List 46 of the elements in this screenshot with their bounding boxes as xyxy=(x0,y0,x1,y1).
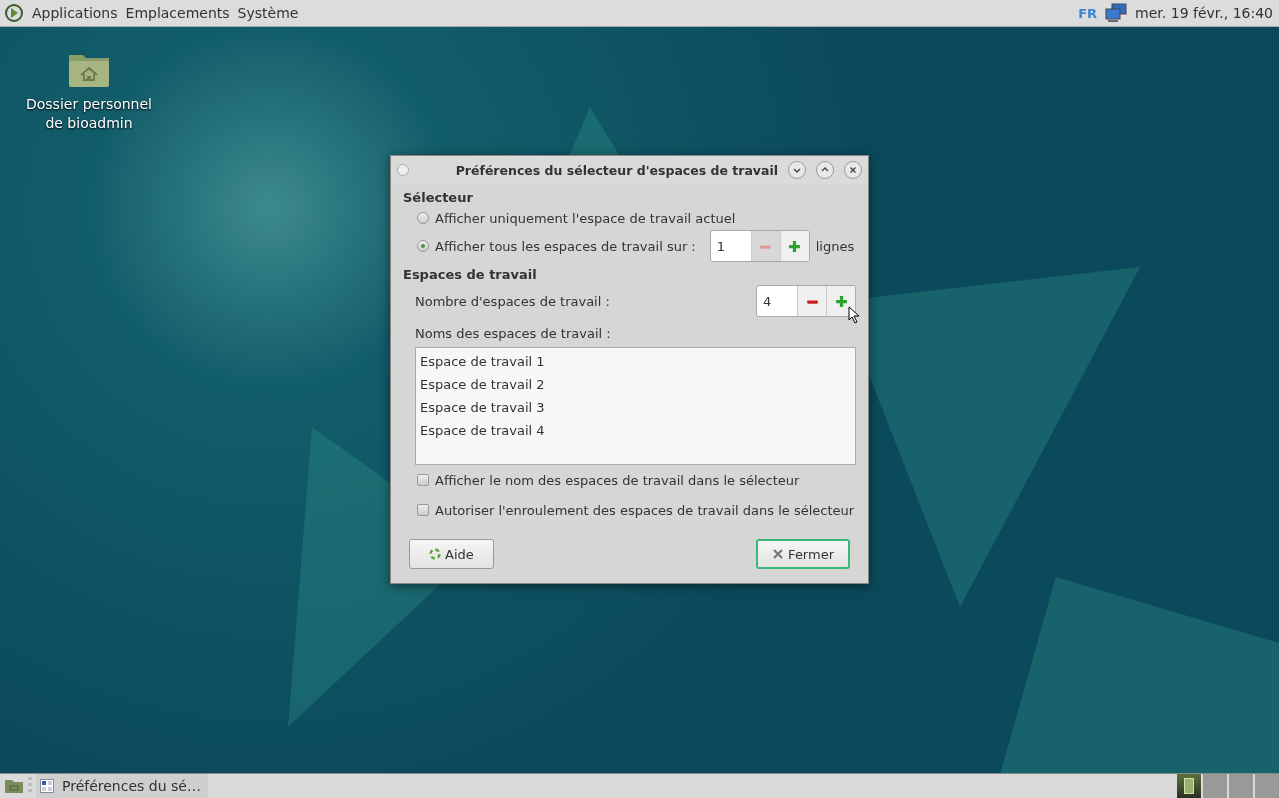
list-item[interactable]: Espace de travail 1 xyxy=(420,350,851,373)
window-grid-icon xyxy=(40,779,54,793)
spin-field[interactable]: 1 xyxy=(709,230,810,262)
checkbox-label[interactable]: Autoriser l'enroulement des espaces de travail dans le sélecteur xyxy=(435,502,855,518)
taskbar-button[interactable]: Préférences du sé… xyxy=(36,774,208,798)
checkbox[interactable] xyxy=(417,474,429,486)
close-icon xyxy=(848,165,858,175)
unit-label: lignes xyxy=(815,238,855,254)
logo-icon[interactable] xyxy=(4,3,24,23)
clock[interactable]: mer. 19 févr., 16:40 xyxy=(1135,5,1273,21)
plus-icon xyxy=(834,294,848,308)
radio-label[interactable]: Afficher uniquement l'espace de travail actuel xyxy=(435,210,736,226)
radio-label[interactable]: Afficher tous les espaces de travail sur : xyxy=(435,238,696,254)
decrement-button[interactable] xyxy=(797,286,826,316)
lifebuoy-icon xyxy=(429,548,442,560)
mouse-pointer-icon xyxy=(848,306,860,324)
workspace-button[interactable] xyxy=(1177,774,1201,798)
close-icon xyxy=(772,548,785,560)
checkbox-label[interactable]: Afficher le nom des espaces de travail dans le sélecteur xyxy=(435,472,800,488)
radio-button[interactable] xyxy=(417,212,429,224)
spin-field[interactable]: 4 xyxy=(756,285,856,317)
radio-button[interactable] xyxy=(417,240,429,252)
list-item[interactable]: Espace de travail 4 xyxy=(420,419,851,442)
increment-button[interactable] xyxy=(826,286,855,316)
network-icon[interactable] xyxy=(1105,3,1128,23)
field-label: Nombre d'espaces de travail : xyxy=(415,293,611,309)
increment-button[interactable] xyxy=(779,231,809,261)
close-button[interactable] xyxy=(844,161,862,179)
desktop-icon-label[interactable]: Dossier personnel de bioadmin xyxy=(22,95,156,133)
field-label: Noms des espaces de travail : xyxy=(414,326,612,341)
minimize-button[interactable] xyxy=(788,161,806,179)
checkbox[interactable] xyxy=(417,504,429,516)
window-menu-icon[interactable] xyxy=(397,164,409,176)
close-button[interactable]: Fermer xyxy=(756,539,850,569)
list-item[interactable]: Espace de travail 3 xyxy=(420,396,851,419)
menu-item[interactable]: Système xyxy=(237,5,299,21)
list-item[interactable]: Espace de travail 2 xyxy=(420,373,851,396)
section-heading: Sélecteur xyxy=(403,190,474,205)
menu-item[interactable]: Emplacements xyxy=(125,5,230,21)
maximize-button[interactable] xyxy=(816,161,834,179)
help-button[interactable]: Aide xyxy=(409,539,494,569)
menu-item[interactable]: Applications xyxy=(32,5,118,21)
section-heading: Espaces de travail xyxy=(403,267,538,282)
plus-icon xyxy=(788,239,802,253)
window-title: Préférences du sélecteur d'espaces de travail xyxy=(454,162,778,178)
show-desktop-icon[interactable] xyxy=(4,778,24,794)
